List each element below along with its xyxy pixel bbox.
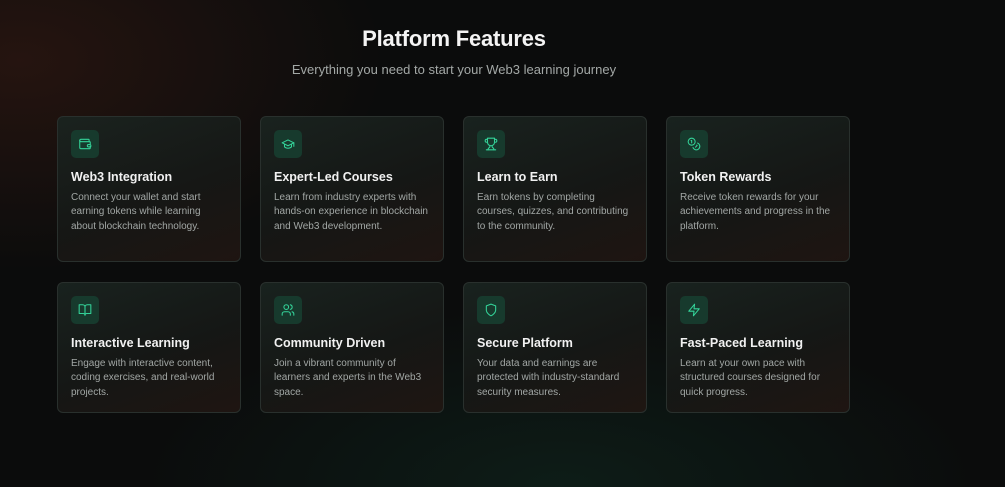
feature-description: Learn at your own pace with structured c… xyxy=(680,358,821,398)
trophy-icon xyxy=(477,130,505,158)
feature-description: Engage with interactive content, coding … xyxy=(71,358,215,398)
feature-description: Connect your wallet and start earning to… xyxy=(71,192,201,232)
feature-card-web3-integration: Web3 Integration Connect your wallet and… xyxy=(57,116,241,262)
shield-icon xyxy=(477,296,505,324)
feature-title: Web3 Integration xyxy=(71,170,173,184)
feature-description: Join a vibrant community of learners and… xyxy=(274,358,422,398)
graduation-cap-icon xyxy=(274,130,302,158)
section-subtitle: Everything you need to start your Web3 l… xyxy=(291,62,617,77)
feature-title: Community Driven xyxy=(274,336,386,350)
feature-card-learn-to-earn: Learn to Earn Earn tokens by completing … xyxy=(463,116,647,262)
feature-description: Your data and earnings are protected wit… xyxy=(477,358,620,398)
lightning-icon xyxy=(680,296,708,324)
feature-description: Receive token rewards for your achieveme… xyxy=(680,192,831,232)
feature-title: Token Rewards xyxy=(680,170,772,184)
feature-description: Learn from industry experts with hands-o… xyxy=(274,192,428,232)
wallet-icon xyxy=(71,130,99,158)
coins-icon xyxy=(680,130,708,158)
feature-card-expert-led-courses: Expert-Led Courses Learn from industry e… xyxy=(260,116,444,262)
feature-card-fast-paced-learning: Fast-Paced Learning Learn at your own pa… xyxy=(666,282,850,413)
feature-card-secure-platform: Secure Platform Your data and earnings a… xyxy=(463,282,647,413)
feature-title: Expert-Led Courses xyxy=(274,170,393,184)
book-open-icon xyxy=(71,296,99,324)
features-grid: Web3 Integration Connect your wallet and… xyxy=(57,116,850,413)
feature-card-token-rewards: Token Rewards Receive token rewards for … xyxy=(666,116,850,262)
feature-description: Earn tokens by completing courses, quizz… xyxy=(477,192,629,232)
feature-title: Interactive Learning xyxy=(71,336,190,350)
feature-card-community-driven: Community Driven Join a vibrant communit… xyxy=(260,282,444,413)
feature-title: Secure Platform xyxy=(477,336,573,350)
feature-card-interactive-learning: Interactive Learning Engage with interac… xyxy=(57,282,241,413)
feature-title: Fast-Paced Learning xyxy=(680,336,803,350)
users-icon xyxy=(274,296,302,324)
section-title: Platform Features xyxy=(362,26,546,51)
feature-title: Learn to Earn xyxy=(477,170,558,184)
